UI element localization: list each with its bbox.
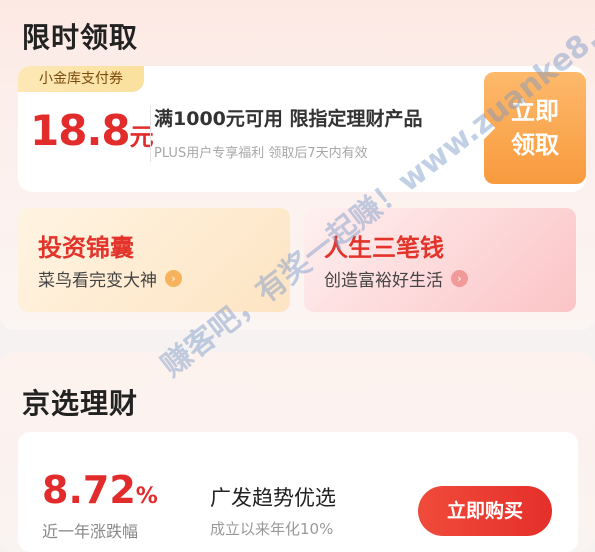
chevron-right-icon: › [165,270,182,287]
fund-rate-value: 8.72 [42,468,136,512]
coupon-tag: 小金库支付券 [18,66,144,92]
fund-rate-label: 近一年涨跌幅 [42,522,139,541]
coupon-card[interactable]: 小金库支付券 18.8元 满1000元可用 限指定理财产品 PLUS用户专享福利… [18,66,586,192]
coupon-note: PLUS用户专享福利 领取后7天内有效 [154,146,368,161]
fund-desc: 成立以来年化10% [210,520,334,538]
fund-rate: 8.72% [42,468,158,512]
fund-name: 广发趋势优选 [210,486,336,510]
claim-button[interactable]: 立即领取 [472,72,586,184]
coupon-amount-value: 18.8 [30,106,131,155]
coupon-divider [150,106,151,162]
promo-subtitle-text: 创造富裕好生活 [324,271,443,291]
promo-subtitle: 菜鸟看完变大神 › [38,266,182,291]
buy-button[interactable]: 立即购买 [418,486,552,536]
promo-card-investment-tips[interactable]: 投资锦囊 菜鸟看完变大神 › [18,208,290,312]
claim-button-label: 立即领取 [511,97,559,159]
promo-subtitle: 创造富裕好生活 › [324,266,468,291]
section-title-limited: 限时领取 [22,21,139,54]
promo-subtitle-text: 菜鸟看完变大神 [38,271,157,291]
section-title-jingxuan: 京选理财 [22,387,139,420]
claim-notch [472,116,496,140]
promo-title: 投资锦囊 [38,234,134,262]
fund-card[interactable]: 8.72% 近一年涨跌幅 广发趋势优选 成立以来年化10% 立即购买 [18,432,578,552]
fund-rate-unit: % [135,484,158,509]
promo-title: 人生三笔钱 [324,234,444,262]
chevron-right-icon: › [451,270,468,287]
promo-card-three-money[interactable]: 人生三笔钱 创造富裕好生活 › [304,208,576,312]
coupon-condition: 满1000元可用 限指定理财产品 [154,108,423,130]
coupon-amount: 18.8元 [30,106,154,155]
